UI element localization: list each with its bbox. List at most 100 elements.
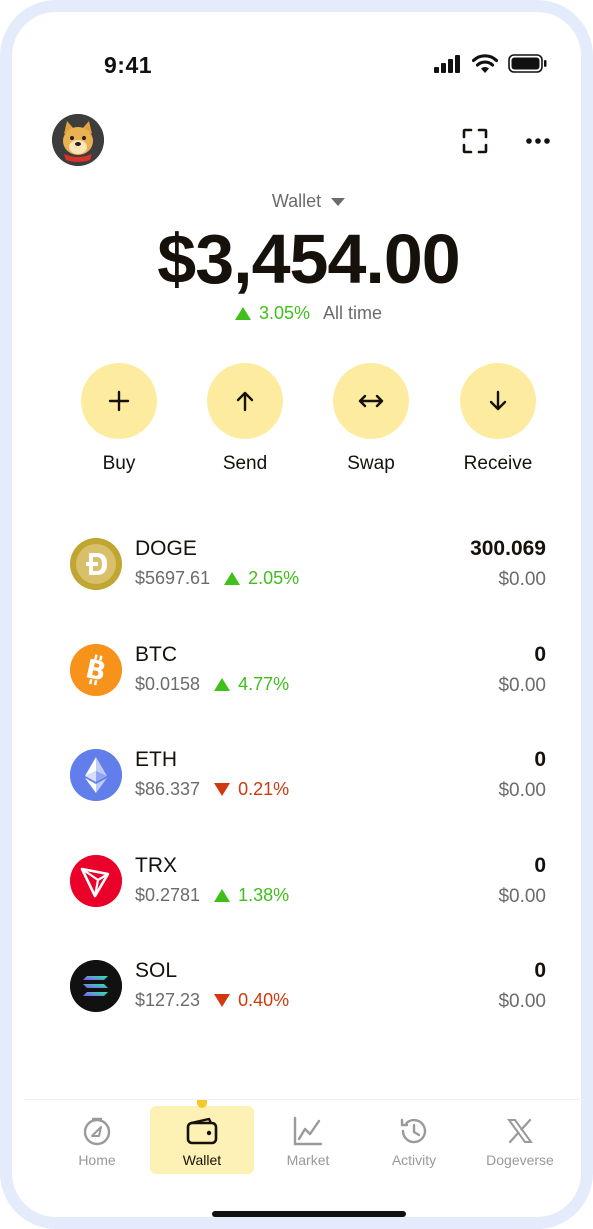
receive-label: Receive: [463, 453, 533, 474]
swap-circle: [333, 363, 409, 439]
asset-symbol: DOGE: [135, 537, 197, 560]
wifi-icon: [471, 54, 499, 78]
send-label: Send: [222, 453, 268, 474]
home-icon: [45, 1114, 149, 1148]
asset-price-change: $0.2781 1.38%: [135, 885, 289, 906]
swap-icon: [358, 394, 384, 408]
nav-activity[interactable]: Activity: [362, 1106, 466, 1174]
status-time: 9:41: [104, 52, 153, 78]
activity-history-icon: [362, 1114, 466, 1148]
asset-change: 0.40%: [238, 990, 290, 1010]
asset-amount: 0: [534, 642, 546, 666]
doge-avatar-icon: [52, 114, 104, 166]
asset-value: $0.00: [498, 674, 546, 696]
battery-icon: [508, 54, 548, 78]
receive-circle: [460, 363, 536, 439]
asset-amount: 0: [534, 853, 546, 877]
asset-value: $0.00: [498, 780, 546, 801]
trend-up-icon: [234, 307, 251, 320]
doge-coin-icon: [70, 538, 122, 590]
asset-symbol: ETH: [135, 748, 177, 771]
asset-change: 4.77%: [238, 673, 290, 694]
trend-up-icon: [214, 677, 231, 691]
wallet-selector-label: Wallet: [271, 191, 322, 211]
trend-down-icon: [214, 994, 231, 1007]
top-bar: [24, 114, 581, 170]
nav-home-label: Home: [78, 1152, 116, 1168]
nav-activity-label: Activity: [391, 1152, 437, 1168]
asset-symbol: SOL: [135, 959, 178, 982]
asset-price: $5697.61: [135, 568, 211, 588]
tron-icon: [70, 854, 122, 907]
nav-home[interactable]: Home: [45, 1106, 149, 1174]
send-circle: [207, 363, 283, 439]
asset-value: $0.00: [498, 885, 546, 907]
home-indicator[interactable]: [212, 1211, 406, 1217]
nav-dogeverse-label: Dogeverse: [486, 1152, 554, 1168]
balance-change-percent: 3.05%: [258, 303, 310, 323]
swap-label: Swap: [347, 453, 395, 474]
asset-symbol: TRX: [135, 853, 177, 877]
asset-symbol: BTC: [135, 642, 177, 666]
buy-button[interactable]: Buy: [64, 363, 174, 475]
asset-price: $0.2781: [135, 884, 201, 905]
nav-market-label: Market: [286, 1152, 330, 1168]
market-chart-icon: [256, 1114, 360, 1148]
arrow-down-icon: [489, 390, 507, 411]
asset-row-eth[interactable]: ETH $86.337 0.21% 0 $0.00: [24, 740, 581, 846]
asset-price-change: $86.337 0.21%: [135, 779, 289, 800]
balance-change: 3.05% All time: [24, 303, 581, 324]
trend-up-icon: [214, 888, 231, 902]
asset-price: $127.23: [135, 990, 201, 1010]
status-bar: 9:41: [24, 24, 581, 104]
swap-button[interactable]: Swap: [316, 363, 426, 475]
nav-dogeverse[interactable]: Dogeverse: [468, 1106, 572, 1174]
status-icons: [434, 54, 548, 78]
bitcoin-icon: B: [70, 643, 122, 696]
more-icon: [526, 138, 550, 144]
solana-icon: [70, 960, 122, 1012]
asset-value: $0.00: [498, 991, 546, 1012]
trend-down-icon: [214, 783, 231, 796]
quick-actions: Buy Send Swap Receive: [24, 363, 581, 483]
wallet-screen: 9:41 Wallet $3,454.00 3.05% All time Buy…: [24, 24, 581, 1217]
x-logo-icon: [468, 1114, 572, 1148]
buy-label: Buy: [102, 453, 136, 474]
asset-value: $0.00: [498, 569, 546, 590]
asset-price-change: $5697.61 2.05%: [135, 568, 299, 589]
asset-change: 0.21%: [238, 779, 290, 799]
nav-wallet[interactable]: Wallet: [150, 1100, 254, 1174]
asset-price: $0.0158: [135, 673, 201, 694]
asset-amount: 300.069: [470, 537, 546, 560]
active-indicator: [197, 1100, 207, 1108]
plus-icon: [108, 390, 130, 412]
wallet-balance: $3,454.00: [157, 220, 460, 298]
balance-change-period: All time: [323, 303, 383, 323]
asset-row-trx[interactable]: TRX $0.2781 1.38% 0 $0.00: [24, 846, 581, 952]
arrow-up-icon: [236, 391, 254, 412]
wallet-icon: [150, 1114, 254, 1148]
asset-amount: 0: [534, 959, 546, 982]
asset-change: 1.38%: [238, 884, 290, 905]
asset-price-change: $0.0158 4.77%: [135, 674, 289, 695]
nav-market[interactable]: Market: [256, 1106, 360, 1174]
scan-icon: [462, 128, 488, 154]
more-button[interactable]: [523, 126, 553, 156]
ethereum-icon: [70, 749, 122, 801]
asset-row-doge[interactable]: DOGE $5697.61 2.05% 300.069 $0.00: [24, 529, 581, 635]
asset-amount: 0: [534, 748, 546, 771]
trend-up-icon: [224, 572, 241, 585]
scan-button[interactable]: [460, 126, 490, 156]
wallet-selector[interactable]: Wallet: [24, 191, 581, 212]
nav-wallet-label: Wallet: [182, 1152, 222, 1168]
bottom-nav: Home Wallet Market Activity Dogeverse: [24, 1099, 581, 1180]
asset-row-btc[interactable]: B BTC $0.0158 4.77% 0 $0.00: [24, 635, 581, 741]
receive-button[interactable]: Receive: [443, 363, 553, 475]
send-button[interactable]: Send: [190, 363, 300, 475]
buy-circle: [81, 363, 157, 439]
asset-row-sol[interactable]: SOL $127.23 0.40% 0 $0.00: [24, 951, 581, 1057]
caret-down-icon: [331, 198, 346, 207]
avatar[interactable]: [52, 114, 104, 166]
asset-list: DOGE $5697.61 2.05% 300.069 $0.00 B BTC …: [24, 529, 581, 1057]
asset-price: $86.337: [135, 779, 201, 799]
